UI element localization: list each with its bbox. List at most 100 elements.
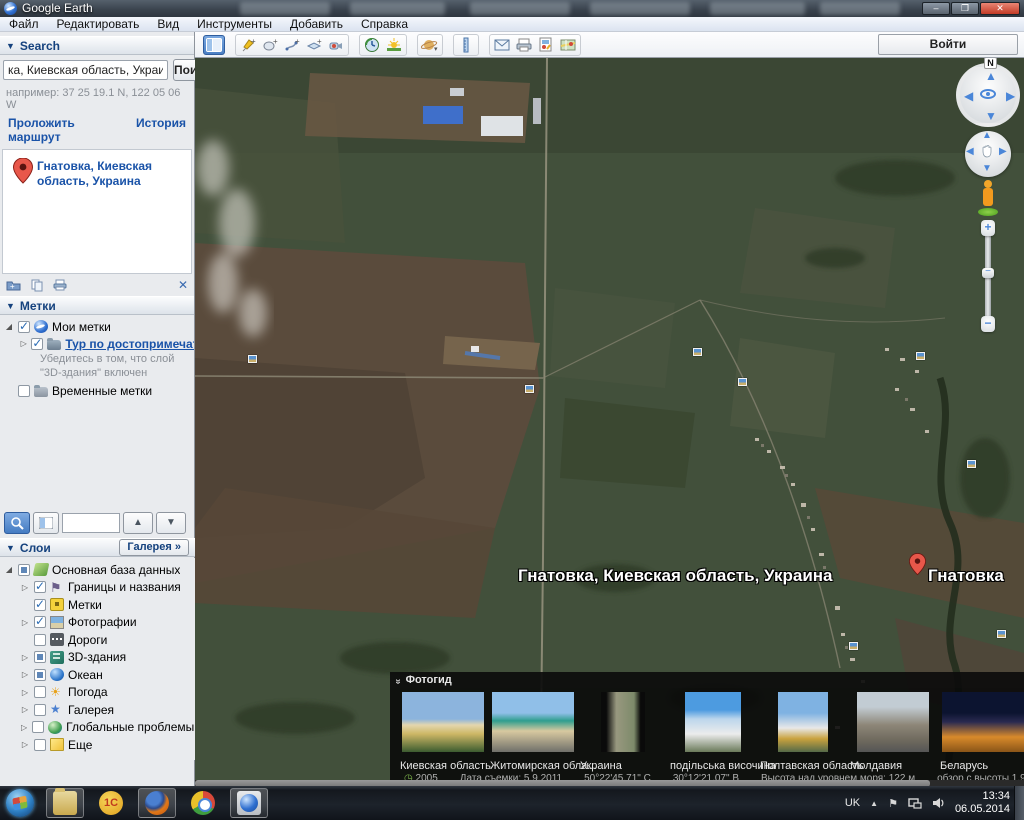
layer-checkbox[interactable] — [34, 669, 46, 681]
email-button[interactable] — [491, 35, 513, 55]
network-icon[interactable] — [908, 797, 922, 809]
view-in-google-maps-button[interactable] — [557, 35, 579, 55]
photo-thumbnail[interactable] — [778, 692, 828, 752]
find-next-button[interactable]: ▼ — [156, 512, 186, 534]
layer-checkbox[interactable] — [34, 651, 46, 663]
layer-item[interactable]: Границы и названия — [68, 580, 181, 594]
expand-toggle-icon[interactable]: ◢ — [4, 565, 14, 574]
move-right-arrow-icon[interactable]: ▶ — [999, 146, 1007, 157]
print-button[interactable] — [513, 35, 535, 55]
tour-checkbox[interactable] — [31, 338, 43, 350]
layer-checkbox[interactable] — [34, 686, 46, 698]
layer-checkbox[interactable] — [34, 739, 46, 751]
photo-item[interactable]: Житомирская обла... — [488, 690, 578, 786]
taskbar-explorer-button[interactable] — [46, 788, 84, 818]
save-image-button[interactable] — [535, 35, 557, 55]
expand-toggle-icon[interactable]: ▷ — [20, 705, 30, 714]
zoom-handle[interactable]: − — [982, 268, 994, 278]
add-image-overlay-button[interactable]: + — [303, 35, 325, 55]
expand-toggle-icon[interactable]: ▷ — [20, 740, 30, 749]
taskbar-google-earth-button[interactable] — [230, 788, 268, 818]
photo-marker-icon[interactable] — [967, 460, 976, 468]
menu-view[interactable]: Вид — [148, 17, 188, 32]
photo-thumbnail[interactable] — [857, 692, 929, 752]
look-up-arrow-icon[interactable]: ▲ — [985, 69, 997, 83]
copy-icon[interactable] — [31, 279, 43, 292]
photo-guide-header[interactable]: » Фотогид — [390, 672, 1024, 688]
layer-checkbox[interactable] — [34, 581, 46, 593]
move-up-arrow-icon[interactable]: ▲ — [982, 130, 992, 141]
find-input[interactable] — [62, 513, 120, 533]
add-polygon-button[interactable]: + — [259, 35, 281, 55]
taskbar-clock[interactable]: 13:34 06.05.2014 — [955, 790, 1010, 816]
search-result-item[interactable]: Гнатовка, Киевская область, Украина — [37, 156, 187, 267]
language-indicator[interactable]: UK — [845, 797, 860, 809]
expand-toggle-icon[interactable]: ▷ — [20, 583, 30, 592]
zoom-out-button[interactable]: − — [981, 316, 995, 332]
expand-toggle-icon[interactable]: ▷ — [20, 723, 28, 732]
temporary-places-checkbox[interactable] — [18, 385, 30, 397]
sign-in-button[interactable]: Войти — [878, 34, 1018, 55]
photo-marker-icon[interactable] — [916, 352, 925, 360]
add-folder-icon[interactable]: + — [6, 279, 21, 291]
photo-item[interactable]: подільська височина — [668, 690, 758, 786]
look-left-arrow-icon[interactable]: ◀ — [964, 89, 973, 103]
add-placemark-button[interactable]: + — [237, 35, 259, 55]
photo-item[interactable]: Беларусь — [938, 690, 1024, 786]
get-directions-link[interactable]: Проложить маршрут — [8, 116, 124, 144]
add-path-button[interactable]: + — [281, 35, 303, 55]
search-input[interactable] — [3, 60, 168, 80]
photo-marker-icon[interactable] — [248, 355, 257, 363]
photo-item[interactable]: Молдавия — [848, 690, 938, 786]
compass-north-badge[interactable]: N — [984, 58, 997, 69]
my-places-item[interactable]: Мои метки — [52, 320, 111, 334]
panel-view-button[interactable] — [33, 512, 59, 534]
menu-file[interactable]: Файл — [0, 17, 48, 32]
gallery-button[interactable]: Галерея » — [119, 539, 189, 556]
layer-item[interactable]: Фотографии — [68, 615, 137, 629]
expand-toggle-icon[interactable]: ▷ — [20, 618, 30, 627]
photo-marker-icon[interactable] — [738, 378, 747, 386]
photo-marker-icon[interactable] — [525, 385, 534, 393]
move-left-arrow-icon[interactable]: ◀ — [966, 146, 974, 157]
layers-panel-header[interactable]: ▼ Слои Галерея » — [0, 538, 195, 557]
photo-marker-icon[interactable] — [693, 348, 702, 356]
layer-item[interactable]: Дороги — [68, 633, 107, 647]
sightseeing-tour-item[interactable]: Тур по достопримечательнос — [65, 337, 194, 351]
taskbar-firefox-button[interactable] — [138, 788, 176, 818]
print-small-icon[interactable] — [53, 279, 67, 291]
photo-item[interactable]: Киевская область — [398, 690, 488, 786]
look-down-arrow-icon[interactable]: ▼ — [985, 109, 997, 123]
show-desktop-button[interactable] — [1014, 786, 1024, 820]
layer-item[interactable]: Океан — [68, 668, 103, 682]
street-view-pegman[interactable] — [978, 180, 998, 216]
menu-help[interactable]: Справка — [352, 17, 417, 32]
photo-item[interactable]: Украина — [578, 690, 668, 786]
sunlight-button[interactable] — [383, 35, 405, 55]
title-bar[interactable]: Google Earth – ❐ ✕ — [0, 0, 1024, 17]
layer-checkbox[interactable] — [34, 599, 46, 611]
expand-toggle-icon[interactable]: ◢ — [4, 322, 14, 331]
historical-imagery-button[interactable] — [361, 35, 383, 55]
layer-checkbox[interactable] — [34, 704, 46, 716]
volume-icon[interactable] — [932, 797, 945, 809]
expand-toggle-icon[interactable]: ▷ — [20, 670, 30, 679]
photo-marker-icon[interactable] — [997, 630, 1006, 638]
photo-marker-icon[interactable] — [849, 642, 858, 650]
zoom-in-button[interactable]: + — [981, 220, 995, 236]
history-link[interactable]: История — [136, 116, 186, 144]
layer-checkbox[interactable] — [32, 721, 44, 733]
photo-thumbnail[interactable] — [402, 692, 484, 752]
photo-item[interactable]: Полтавская область — [758, 690, 848, 786]
layer-checkbox[interactable] — [34, 634, 46, 646]
hidden-icons-arrow-icon[interactable]: ▲ — [870, 799, 878, 808]
photo-thumbnail[interactable] — [492, 692, 574, 752]
expand-toggle-icon[interactable]: ▷ — [20, 653, 30, 662]
move-joystick[interactable]: ▲ ▼ ◀ ▶ — [965, 131, 1011, 177]
look-right-arrow-icon[interactable]: ▶ — [1006, 89, 1015, 103]
expand-toggle-icon[interactable]: ▷ — [20, 339, 27, 348]
menu-edit[interactable]: Редактировать — [48, 17, 149, 32]
start-button[interactable] — [6, 789, 34, 817]
layer-item[interactable]: 3D-здания — [68, 650, 126, 664]
layer-checkbox[interactable] — [18, 564, 30, 576]
